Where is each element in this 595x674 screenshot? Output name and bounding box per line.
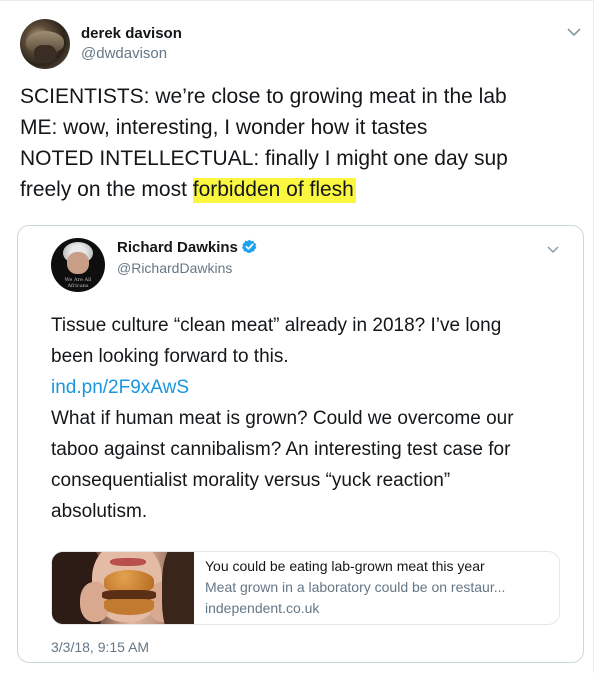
tweet-text-line: ME: wow, interesting, I wonder how it ta… <box>20 116 428 139</box>
quoted-text-line: consequentialist morality versus “yuck r… <box>51 470 451 491</box>
link-preview-title: You could be eating lab-grown meat this … <box>205 558 485 574</box>
link-preview-card[interactable]: You could be eating lab-grown meat this … <box>51 551 560 625</box>
quoted-author-handle[interactable]: @RichardDawkins <box>117 260 232 276</box>
quoted-author-name[interactable]: Richard Dawkins <box>117 239 257 256</box>
tweet-link[interactable]: ind.pn/2F9xAwS <box>51 377 189 398</box>
quoted-author-name-text: Richard Dawkins <box>117 239 238 256</box>
tweet-text-line: SCIENTISTS: we’re close to growing meat … <box>20 85 507 108</box>
verified-badge-icon <box>241 239 257 253</box>
tweet-text: SCIENTISTS: we’re close to growing meat … <box>20 81 580 205</box>
quoted-text-line: been looking forward to this. <box>51 346 289 367</box>
chevron-down-icon[interactable] <box>565 25 583 39</box>
tweet-card: derek davison @dwdavison SCIENTISTS: we’… <box>0 0 594 673</box>
tweet-text-prefix: freely on the most <box>20 178 193 201</box>
quoted-text-line: Tissue culture “clean meat” already in 2… <box>51 315 502 336</box>
link-preview-domain: independent.co.uk <box>205 600 320 616</box>
avatar-face <box>67 252 89 274</box>
avatar-face <box>34 45 56 63</box>
author-name[interactable]: derek davison <box>81 25 182 42</box>
link-preview-description: Meat grown in a laboratory could be on r… <box>205 579 506 595</box>
avatar-shirt-text: We Are All Africans <box>64 277 92 289</box>
tweet-text-line: freely on the most forbidden of flesh <box>20 174 580 205</box>
highlighted-text: forbidden of flesh <box>192 178 356 203</box>
chevron-down-icon[interactable] <box>545 244 561 256</box>
quoted-text-line: absolutism. <box>51 501 148 522</box>
tweet-text-line: NOTED INTELLECTUAL: finally I might one … <box>20 147 508 170</box>
quoted-text-line: taboo against cannibalism? An interestin… <box>51 439 511 460</box>
link-preview-thumbnail <box>52 552 194 624</box>
quoted-text-line: What if human meat is grown? Could we ov… <box>51 408 514 429</box>
avatar[interactable] <box>20 19 70 69</box>
author-handle[interactable]: @dwdavison <box>81 45 167 62</box>
quoted-timestamp[interactable]: 3/3/18, 9:15 AM <box>51 639 149 655</box>
quoted-avatar[interactable]: We Are All Africans <box>51 238 105 292</box>
quoted-tweet[interactable]: We Are All Africans Richard Dawkins @Ric… <box>17 225 584 663</box>
quoted-tweet-text: Tissue culture “clean meat” already in 2… <box>51 310 571 527</box>
